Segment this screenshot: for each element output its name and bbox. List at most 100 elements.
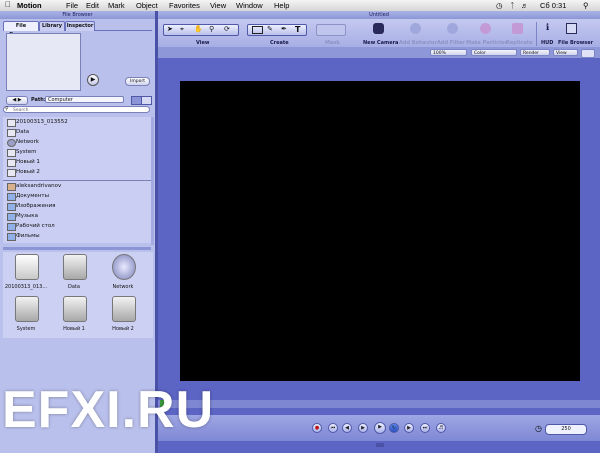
add-filter-button[interactable]: Add Filter — [437, 40, 465, 46]
replicate-icon[interactable] — [512, 23, 523, 34]
replicate-button[interactable]: Replicate — [506, 40, 532, 46]
tab-inspector[interactable]: Inspector — [65, 21, 95, 31]
bezier-icon[interactable]: ✎ — [267, 25, 273, 33]
file-browser-button[interactable]: File Browser — [558, 40, 593, 46]
disk-image-icon — [15, 254, 39, 280]
bluetooth-icon[interactable]: ᛏ — [510, 1, 515, 10]
mini-timeline[interactable] — [158, 400, 600, 408]
drive-item[interactable]: Новый 2 — [100, 294, 146, 338]
list-item[interactable]: Новый 2 — [3, 167, 153, 177]
list-item[interactable]: Фильмы — [3, 231, 153, 241]
menu-mark[interactable]: Mark — [108, 1, 125, 10]
select-arrow-icon[interactable]: ➤ — [167, 25, 173, 33]
menu-window[interactable]: Window — [236, 1, 263, 10]
add-behavior-button[interactable]: Add Behavior — [399, 40, 437, 46]
view-popup[interactable]: View — [553, 49, 578, 56]
drive-item[interactable]: System — [3, 294, 49, 338]
list-item[interactable]: Музыка — [3, 211, 153, 221]
drive-item[interactable]: Data — [51, 252, 97, 296]
list-item[interactable]: Data — [3, 127, 153, 137]
folder-icon — [7, 233, 16, 241]
split-handle[interactable] — [3, 247, 151, 250]
menu-help[interactable]: Help — [274, 1, 289, 10]
back-forward-buttons[interactable]: ◀ ▶ — [6, 96, 28, 105]
tab-file-browser[interactable]: File Browser — [3, 21, 39, 38]
list-item[interactable]: Изображения — [3, 201, 153, 211]
behavior-icon[interactable] — [410, 23, 421, 34]
canvas-viewer[interactable] — [180, 81, 580, 381]
new-camera-button[interactable]: New Camera — [363, 40, 398, 46]
spotlight-icon[interactable]: ⚲ — [583, 1, 589, 10]
watermark-text: EFXI.RU — [2, 381, 215, 439]
list-item[interactable]: System — [3, 147, 153, 157]
text-tool-icon[interactable]: T — [295, 25, 300, 34]
tab-library[interactable]: Library — [39, 21, 65, 31]
mask-tools[interactable] — [316, 24, 346, 36]
camera-icon[interactable] — [373, 23, 384, 34]
particles-icon[interactable] — [480, 23, 491, 34]
home-icon — [7, 183, 16, 191]
bottom-split-handle[interactable] — [376, 443, 384, 447]
audio-icon[interactable]: ♬ — [436, 423, 446, 433]
loop-button[interactable]: ↻ — [389, 423, 399, 433]
path-label: Path: — [31, 97, 46, 103]
list-item[interactable]: 20100313_013552 — [3, 117, 153, 127]
zoom-icon[interactable]: ⚲ — [209, 25, 214, 33]
menu-edit[interactable]: Edit — [86, 1, 99, 10]
network-icon — [7, 139, 16, 147]
go-to-start-button[interactable]: ⏮ — [328, 423, 338, 433]
drive-icon — [7, 169, 16, 177]
list-item[interactable]: Новый 1 — [3, 157, 153, 167]
list-item[interactable]: Рабочий стол — [3, 221, 153, 231]
volume-icon[interactable]: ♬ — [521, 1, 529, 10]
go-to-end-button[interactable]: ⏭ — [420, 423, 430, 433]
time-machine-icon[interactable]: ◷ — [496, 1, 503, 10]
mask-group-label: Mask — [325, 40, 340, 46]
app-menu[interactable]: Motion — [17, 1, 42, 10]
volumes-list: 20100313_013552 Data Network System Новы… — [3, 117, 151, 180]
list-item[interactable]: aleksandrivanov — [3, 181, 153, 191]
step-back-button[interactable]: ◀ — [342, 423, 352, 433]
render-popup[interactable]: Render — [520, 49, 550, 56]
pan-hand-icon[interactable]: ✋ — [194, 25, 203, 33]
zoom-popup[interactable]: 100% — [430, 49, 467, 56]
play-pause-button[interactable]: ▶ — [374, 422, 386, 434]
menu-favorites[interactable]: Favorites — [169, 1, 200, 10]
list-view-icon[interactable] — [141, 96, 152, 105]
drive-item[interactable]: Новый 1 — [51, 294, 97, 338]
file-browser-icon[interactable] — [566, 23, 577, 34]
make-particles-button[interactable]: Make Particles — [466, 40, 507, 46]
frame-field[interactable]: 250 — [545, 424, 587, 435]
paint-icon[interactable]: ✒ — [281, 25, 287, 33]
places-list: aleksandrivanov Документы Изображения Му… — [3, 181, 151, 243]
list-item[interactable]: Network — [3, 137, 153, 147]
search-field[interactable]: Search — [3, 106, 150, 113]
hud-button[interactable]: HUD — [541, 40, 553, 46]
play-preview-button[interactable]: ▶ — [87, 74, 99, 86]
search-icon: ⚲ — [5, 106, 9, 112]
menu-view[interactable]: View — [210, 1, 226, 10]
menu-clock[interactable]: Сб 0:31 — [540, 1, 566, 10]
apple-icon[interactable]:  — [5, 0, 11, 9]
menu-file[interactable]: File — [66, 1, 78, 10]
rotate-icon[interactable]: ⟳ — [224, 25, 230, 33]
drive-item[interactable]: 20100313_013... — [3, 252, 49, 296]
import-button[interactable]: Import — [125, 77, 150, 86]
path-popup[interactable]: Computer — [45, 96, 124, 103]
folder-icon — [7, 193, 16, 201]
step-forward-button[interactable]: ▶ — [404, 423, 414, 433]
transform-icon[interactable]: ⌖ — [180, 25, 184, 34]
filter-icon[interactable] — [447, 23, 458, 34]
list-item[interactable]: Документы — [3, 191, 153, 201]
rectangle-icon[interactable] — [252, 26, 263, 34]
play-button[interactable]: ▶ — [358, 423, 368, 433]
create-tools[interactable]: ✎ ✒ T — [247, 24, 307, 36]
drive-item[interactable]: Network — [100, 252, 146, 296]
color-popup[interactable]: Color — [471, 49, 517, 56]
hud-icon[interactable]: ℹ — [542, 23, 553, 34]
layout-icon[interactable] — [581, 49, 595, 58]
scrollbar[interactable] — [151, 117, 154, 245]
record-button[interactable]: ● — [312, 423, 322, 433]
view-tools[interactable]: ➤ ⌖ ✋ ⚲ ⟳ — [163, 24, 239, 36]
menu-object[interactable]: Object — [136, 1, 158, 10]
